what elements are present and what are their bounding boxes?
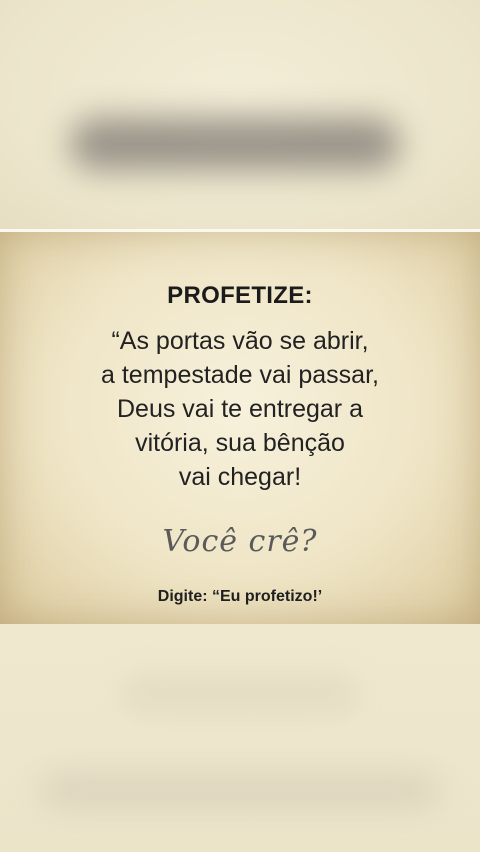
quote-text: “As portas vão se abrir, a tempestade va… <box>0 324 480 494</box>
quote-line: a tempestade vai passar, <box>101 361 379 389</box>
headline: PROFETIZE: <box>167 282 313 309</box>
blurred-text-band <box>70 118 400 170</box>
blurred-shape <box>40 774 440 808</box>
call-to-action: Digite: “Eu profetizo!’ <box>157 588 323 605</box>
blurred-bottom-background <box>0 624 480 852</box>
quote-line: vitória, sua bênção <box>135 429 345 457</box>
question-script: Você crê? <box>162 524 318 559</box>
quote-card: PROFETIZE: “As portas vão se abrir, a te… <box>0 232 480 624</box>
quote-line: Deus vai te entregar a <box>117 395 363 423</box>
quote-line: “As portas vão se abrir, <box>111 327 369 355</box>
quote-line: vai chegar! <box>178 463 302 491</box>
screen: PROFETIZE: “As portas vão se abrir, a te… <box>0 0 480 852</box>
blurred-shape <box>120 674 360 714</box>
blurred-top-background <box>0 0 480 230</box>
